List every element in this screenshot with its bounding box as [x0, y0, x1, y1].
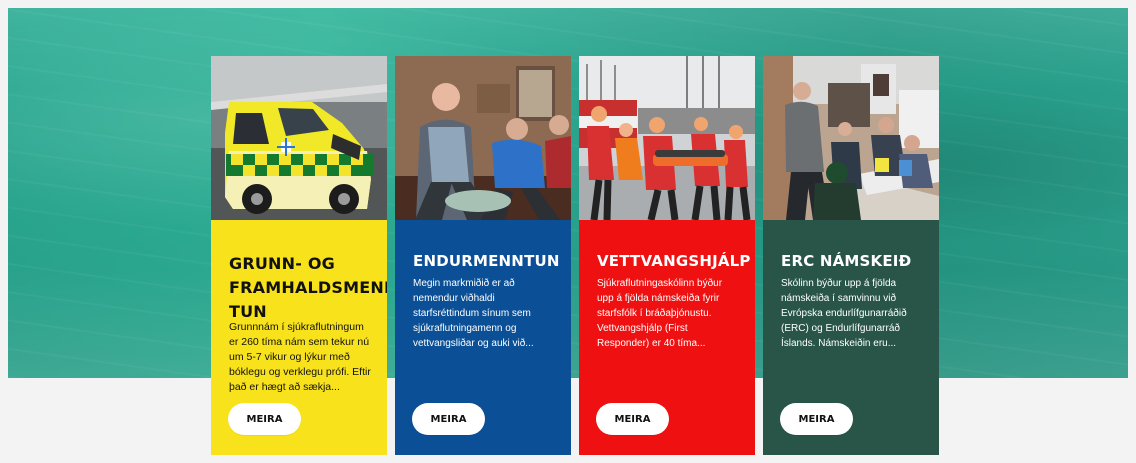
card-title: GRUNN- OG FRAMHALDSMENN TUN: [229, 254, 387, 321]
card-description: Megin markmiðið er að nemendur viðhaldi …: [413, 278, 534, 349]
course-card-erc[interactable]: ERC NÁMSKEIÐ Skólinn býður upp á fjölda …: [763, 56, 939, 455]
rescue-photo: [579, 56, 755, 220]
more-button[interactable]: MEIRA: [596, 403, 669, 435]
course-card-first-responder[interactable]: VETTVANGSHJÁLP Sjúkraflutningaskólinn bý…: [579, 56, 755, 455]
more-button[interactable]: MEIRA: [780, 403, 853, 435]
card-title: ERC NÁMSKEIÐ: [781, 252, 912, 270]
card-description: Grunnnám í sjúkraflutningum er 260 tíma …: [229, 321, 371, 393]
ambulance-photo: [211, 56, 387, 220]
more-button[interactable]: MEIRA: [412, 403, 485, 435]
card-title: VETTVANGSHJÁLP: [597, 252, 751, 270]
classroom-photo: [763, 56, 939, 220]
course-card-basic[interactable]: GRUNN- OG FRAMHALDSMENN TUN Grunnnám í s…: [211, 56, 387, 455]
training-photo: [395, 56, 571, 220]
more-button[interactable]: MEIRA: [228, 403, 301, 435]
card-description: Skólinn býður upp á fjölda námskeiða í s…: [781, 278, 907, 349]
card-description: Sjúkraflutningaskólinn býður upp á fjöld…: [597, 278, 723, 349]
course-cards: GRUNN- OG FRAMHALDSMENN TUN Grunnnám í s…: [211, 56, 942, 455]
course-card-continuing[interactable]: ENDURMENNTUN Megin markmiðið er að nemen…: [395, 56, 571, 455]
page: GRUNN- OG FRAMHALDSMENN TUN Grunnnám í s…: [0, 0, 1136, 463]
card-title: ENDURMENNTUN: [413, 252, 560, 270]
